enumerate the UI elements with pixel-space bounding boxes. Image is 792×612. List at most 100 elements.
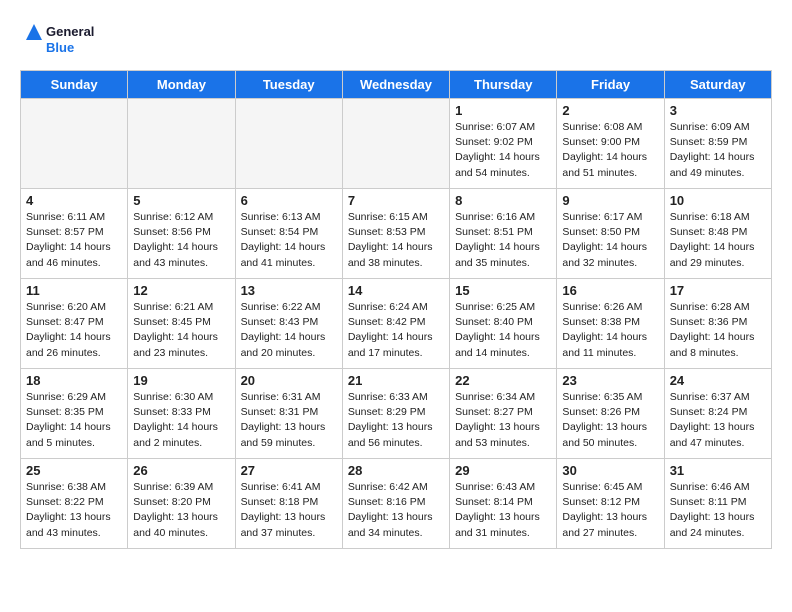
calendar-cell: 2 Sunrise: 6:08 AM Sunset: 9:00 PM Daylig… xyxy=(557,99,664,189)
day-info: Sunrise: 6:38 AM Sunset: 8:22 PM Dayligh… xyxy=(26,480,122,541)
day-number: 3 xyxy=(670,103,766,118)
day-number: 4 xyxy=(26,193,122,208)
day-number: 12 xyxy=(133,283,229,298)
day-info: Sunrise: 6:22 AM Sunset: 8:43 PM Dayligh… xyxy=(241,300,337,361)
day-info: Sunrise: 6:24 AM Sunset: 8:42 PM Dayligh… xyxy=(348,300,444,361)
day-info: Sunrise: 6:11 AM Sunset: 8:57 PM Dayligh… xyxy=(26,210,122,271)
day-number: 23 xyxy=(562,373,658,388)
day-header-monday: Monday xyxy=(128,71,235,99)
calendar-cell: 27 Sunrise: 6:41 AM Sunset: 8:18 PM Dayli… xyxy=(235,459,342,549)
calendar-cell: 6 Sunrise: 6:13 AM Sunset: 8:54 PM Daylig… xyxy=(235,189,342,279)
logo: GeneralBlue xyxy=(20,20,100,60)
header-row: SundayMondayTuesdayWednesdayThursdayFrid… xyxy=(21,71,772,99)
day-number: 2 xyxy=(562,103,658,118)
calendar-body: 1 Sunrise: 6:07 AM Sunset: 9:02 PM Daylig… xyxy=(21,99,772,549)
day-info: Sunrise: 6:37 AM Sunset: 8:24 PM Dayligh… xyxy=(670,390,766,451)
calendar-cell: 8Sunrise: 6:16 AM Sunset: 8:51 PM Daylig… xyxy=(450,189,557,279)
calendar-cell: 25 Sunrise: 6:38 AM Sunset: 8:22 PM Dayli… xyxy=(21,459,128,549)
week-row: 18Sunrise: 6:29 AM Sunset: 8:35 PM Dayli… xyxy=(21,369,772,459)
day-info: Sunrise: 6:26 AM Sunset: 8:38 PM Dayligh… xyxy=(562,300,658,361)
page-header: GeneralBlue xyxy=(20,20,772,60)
day-number: 20 xyxy=(241,373,337,388)
day-number: 13 xyxy=(241,283,337,298)
calendar-cell: 30Sunrise: 6:45 AM Sunset: 8:12 PM Dayli… xyxy=(557,459,664,549)
day-info: Sunrise: 6:34 AM Sunset: 8:27 PM Dayligh… xyxy=(455,390,551,451)
calendar-cell: 7 Sunrise: 6:15 AM Sunset: 8:53 PM Daylig… xyxy=(342,189,449,279)
day-info: Sunrise: 6:31 AM Sunset: 8:31 PM Dayligh… xyxy=(241,390,337,451)
day-header-tuesday: Tuesday xyxy=(235,71,342,99)
day-info: Sunrise: 6:17 AM Sunset: 8:50 PM Dayligh… xyxy=(562,210,658,271)
week-row: 4 Sunrise: 6:11 AM Sunset: 8:57 PM Daylig… xyxy=(21,189,772,279)
calendar-table: SundayMondayTuesdayWednesdayThursdayFrid… xyxy=(20,70,772,549)
day-header-sunday: Sunday xyxy=(21,71,128,99)
calendar-cell: 18Sunrise: 6:29 AM Sunset: 8:35 PM Dayli… xyxy=(21,369,128,459)
day-info: Sunrise: 6:12 AM Sunset: 8:56 PM Dayligh… xyxy=(133,210,229,271)
day-info: Sunrise: 6:13 AM Sunset: 8:54 PM Dayligh… xyxy=(241,210,337,271)
day-info: Sunrise: 6:08 AM Sunset: 9:00 PM Dayligh… xyxy=(562,120,658,181)
day-info: Sunrise: 6:35 AM Sunset: 8:26 PM Dayligh… xyxy=(562,390,658,451)
calendar-cell: 24Sunrise: 6:37 AM Sunset: 8:24 PM Dayli… xyxy=(664,369,771,459)
calendar-cell: 20 Sunrise: 6:31 AM Sunset: 8:31 PM Dayli… xyxy=(235,369,342,459)
day-number: 5 xyxy=(133,193,229,208)
day-info: Sunrise: 6:28 AM Sunset: 8:36 PM Dayligh… xyxy=(670,300,766,361)
day-number: 15 xyxy=(455,283,551,298)
day-info: Sunrise: 6:18 AM Sunset: 8:48 PM Dayligh… xyxy=(670,210,766,271)
day-info: Sunrise: 6:41 AM Sunset: 8:18 PM Dayligh… xyxy=(241,480,337,541)
day-number: 10 xyxy=(670,193,766,208)
svg-text:Blue: Blue xyxy=(46,40,74,55)
calendar-cell: 28 Sunrise: 6:42 AM Sunset: 8:16 PM Dayli… xyxy=(342,459,449,549)
day-header-saturday: Saturday xyxy=(664,71,771,99)
day-number: 25 xyxy=(26,463,122,478)
day-info: Sunrise: 6:39 AM Sunset: 8:20 PM Dayligh… xyxy=(133,480,229,541)
day-info: Sunrise: 6:42 AM Sunset: 8:16 PM Dayligh… xyxy=(348,480,444,541)
week-row: 25 Sunrise: 6:38 AM Sunset: 8:22 PM Dayli… xyxy=(21,459,772,549)
svg-text:General: General xyxy=(46,24,94,39)
day-number: 21 xyxy=(348,373,444,388)
day-header-thursday: Thursday xyxy=(450,71,557,99)
day-number: 26 xyxy=(133,463,229,478)
day-info: Sunrise: 6:25 AM Sunset: 8:40 PM Dayligh… xyxy=(455,300,551,361)
day-header-friday: Friday xyxy=(557,71,664,99)
calendar-cell: 10 Sunrise: 6:18 AM Sunset: 8:48 PM Dayli… xyxy=(664,189,771,279)
day-number: 6 xyxy=(241,193,337,208)
day-info: Sunrise: 6:20 AM Sunset: 8:47 PM Dayligh… xyxy=(26,300,122,361)
day-info: Sunrise: 6:16 AM Sunset: 8:51 PM Dayligh… xyxy=(455,210,551,271)
calendar-cell xyxy=(235,99,342,189)
calendar-cell: 3 Sunrise: 6:09 AM Sunset: 8:59 PM Daylig… xyxy=(664,99,771,189)
day-info: Sunrise: 6:33 AM Sunset: 8:29 PM Dayligh… xyxy=(348,390,444,451)
day-info: Sunrise: 6:21 AM Sunset: 8:45 PM Dayligh… xyxy=(133,300,229,361)
week-row: 11 Sunrise: 6:20 AM Sunset: 8:47 PM Dayli… xyxy=(21,279,772,369)
week-row: 1 Sunrise: 6:07 AM Sunset: 9:02 PM Daylig… xyxy=(21,99,772,189)
calendar-cell: 9Sunrise: 6:17 AM Sunset: 8:50 PM Daylig… xyxy=(557,189,664,279)
calendar-cell: 31Sunrise: 6:46 AM Sunset: 8:11 PM Dayli… xyxy=(664,459,771,549)
calendar-cell: 5 Sunrise: 6:12 AM Sunset: 8:56 PM Daylig… xyxy=(128,189,235,279)
calendar-cell: 17 Sunrise: 6:28 AM Sunset: 8:36 PM Dayli… xyxy=(664,279,771,369)
day-number: 7 xyxy=(348,193,444,208)
day-number: 11 xyxy=(26,283,122,298)
day-number: 16 xyxy=(562,283,658,298)
calendar-cell: 14 Sunrise: 6:24 AM Sunset: 8:42 PM Dayli… xyxy=(342,279,449,369)
day-info: Sunrise: 6:15 AM Sunset: 8:53 PM Dayligh… xyxy=(348,210,444,271)
day-number: 29 xyxy=(455,463,551,478)
day-header-wednesday: Wednesday xyxy=(342,71,449,99)
day-number: 17 xyxy=(670,283,766,298)
day-number: 1 xyxy=(455,103,551,118)
day-info: Sunrise: 6:43 AM Sunset: 8:14 PM Dayligh… xyxy=(455,480,551,541)
day-number: 14 xyxy=(348,283,444,298)
calendar-cell: 15 Sunrise: 6:25 AM Sunset: 8:40 PM Dayli… xyxy=(450,279,557,369)
logo-svg: GeneralBlue xyxy=(20,20,100,60)
calendar-cell: 23 Sunrise: 6:35 AM Sunset: 8:26 PM Dayli… xyxy=(557,369,664,459)
calendar-cell: 13 Sunrise: 6:22 AM Sunset: 8:43 PM Dayli… xyxy=(235,279,342,369)
day-number: 19 xyxy=(133,373,229,388)
calendar-cell: 21 Sunrise: 6:33 AM Sunset: 8:29 PM Dayli… xyxy=(342,369,449,459)
day-number: 28 xyxy=(348,463,444,478)
day-info: Sunrise: 6:07 AM Sunset: 9:02 PM Dayligh… xyxy=(455,120,551,181)
day-number: 27 xyxy=(241,463,337,478)
day-info: Sunrise: 6:29 AM Sunset: 8:35 PM Dayligh… xyxy=(26,390,122,451)
calendar-cell: 11 Sunrise: 6:20 AM Sunset: 8:47 PM Dayli… xyxy=(21,279,128,369)
calendar-cell: 19Sunrise: 6:30 AM Sunset: 8:33 PM Dayli… xyxy=(128,369,235,459)
calendar-header: SundayMondayTuesdayWednesdayThursdayFrid… xyxy=(21,71,772,99)
day-info: Sunrise: 6:09 AM Sunset: 8:59 PM Dayligh… xyxy=(670,120,766,181)
day-number: 30 xyxy=(562,463,658,478)
calendar-cell: 4 Sunrise: 6:11 AM Sunset: 8:57 PM Daylig… xyxy=(21,189,128,279)
